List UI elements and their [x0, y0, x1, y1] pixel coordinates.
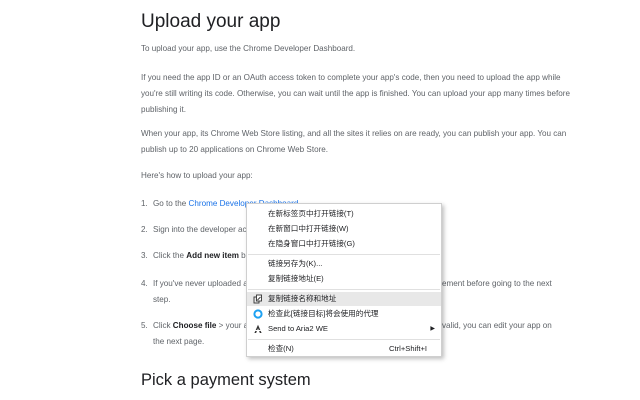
menu-check-proxy[interactable]: 检查此[链接目标]将会使用的代理: [247, 307, 441, 321]
paragraph-how-to: Here's how to upload your app:: [141, 171, 253, 180]
menu-open-new-tab[interactable]: 在新标签页中打开链接(T): [247, 207, 441, 221]
paragraph-intro: To upload your app, use the Chrome Devel…: [141, 44, 356, 53]
copy-link-icon: [253, 294, 263, 304]
menu-inspect[interactable]: 检查(N) Ctrl+Shift+I: [247, 342, 441, 356]
menu-send-to-aria2[interactable]: Send to Aria2 WE ▶: [247, 322, 441, 336]
heading-pick-payment-system: Pick a payment system: [141, 371, 311, 389]
menu-open-new-window[interactable]: 在新窗口中打开链接(W): [247, 222, 441, 236]
menu-copy-link-address[interactable]: 复制链接地址(E): [247, 272, 441, 286]
context-menu: 在新标签页中打开链接(T) 在新窗口中打开链接(W) 在隐身窗口中打开链接(G)…: [246, 203, 442, 357]
aria2-icon: [253, 324, 263, 334]
paragraph-publish: When your app, its Chrome Web Store list…: [141, 129, 567, 154]
menu-copy-link-name-and-address[interactable]: 复制链接名称和地址: [247, 292, 441, 306]
menu-separator: [248, 289, 440, 290]
menu-separator: [248, 339, 440, 340]
menu-save-link-as[interactable]: 链接另存为(K)...: [247, 257, 441, 271]
heading-upload-your-app: Upload your app: [141, 11, 281, 32]
menu-separator: [248, 254, 440, 255]
shortcut-inspect: Ctrl+Shift+I: [389, 344, 427, 353]
menu-open-incognito[interactable]: 在隐身窗口中打开链接(G): [247, 237, 441, 251]
paragraph-app-id: If you need the app ID or an OAuth acces…: [141, 73, 570, 114]
submenu-arrow-icon: ▶: [430, 326, 435, 332]
proxy-circle-icon: [253, 309, 263, 319]
